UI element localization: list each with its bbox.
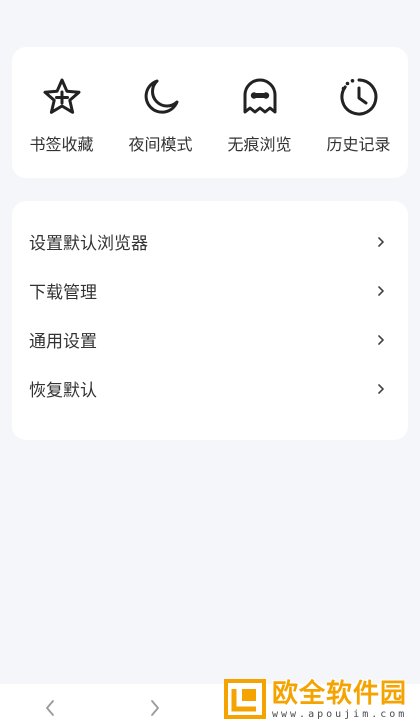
night-mode-label: 夜间模式: [128, 135, 193, 154]
history-label: 历史记录: [326, 135, 391, 154]
chevron-right-icon: [378, 334, 384, 345]
incognito-label: 无痕浏览: [227, 135, 292, 154]
back-button[interactable]: [43, 698, 57, 718]
menu-item-general-settings[interactable]: 通用设置: [12, 315, 408, 364]
settings-menu-card: 设置默认浏览器 下载管理 通用设置 恢复默认: [12, 201, 408, 440]
history-clock-icon: [339, 78, 377, 116]
ghost-icon: [243, 78, 276, 114]
menu-item-label: 下载管理: [29, 283, 97, 303]
chevron-right-icon: [378, 383, 384, 394]
menu-item-label: 通用设置: [29, 332, 97, 352]
chevron-right-icon: [378, 285, 384, 296]
star-plus-icon: [43, 78, 80, 114]
chevron-right-icon: [378, 236, 384, 247]
quick-actions-card: 书签收藏 夜间模式 无痕浏览 历史记录: [12, 47, 408, 178]
menu-item-label: 设置默认浏览器: [29, 234, 148, 254]
night-mode-button[interactable]: 夜间模式: [111, 47, 210, 178]
watermark-logo: [224, 679, 266, 719]
bookmarks-label: 书签收藏: [29, 135, 94, 154]
forward-button[interactable]: [148, 698, 162, 718]
menu-item-default-browser[interactable]: 设置默认浏览器: [12, 217, 408, 266]
menu-item-restore-defaults[interactable]: 恢复默认: [12, 364, 408, 413]
incognito-button[interactable]: 无痕浏览: [210, 47, 309, 178]
watermark: 欧全软件园 www.apoujim.com: [222, 676, 420, 722]
watermark-url: www.apoujim.com: [272, 708, 408, 720]
bookmarks-button[interactable]: 书签收藏: [12, 47, 111, 178]
watermark-brand: 欧全软件园: [272, 678, 408, 709]
history-button[interactable]: 历史记录: [309, 47, 408, 178]
menu-item-download-manager[interactable]: 下载管理: [12, 266, 408, 315]
moon-icon: [144, 79, 178, 114]
menu-item-label: 恢复默认: [29, 381, 97, 401]
